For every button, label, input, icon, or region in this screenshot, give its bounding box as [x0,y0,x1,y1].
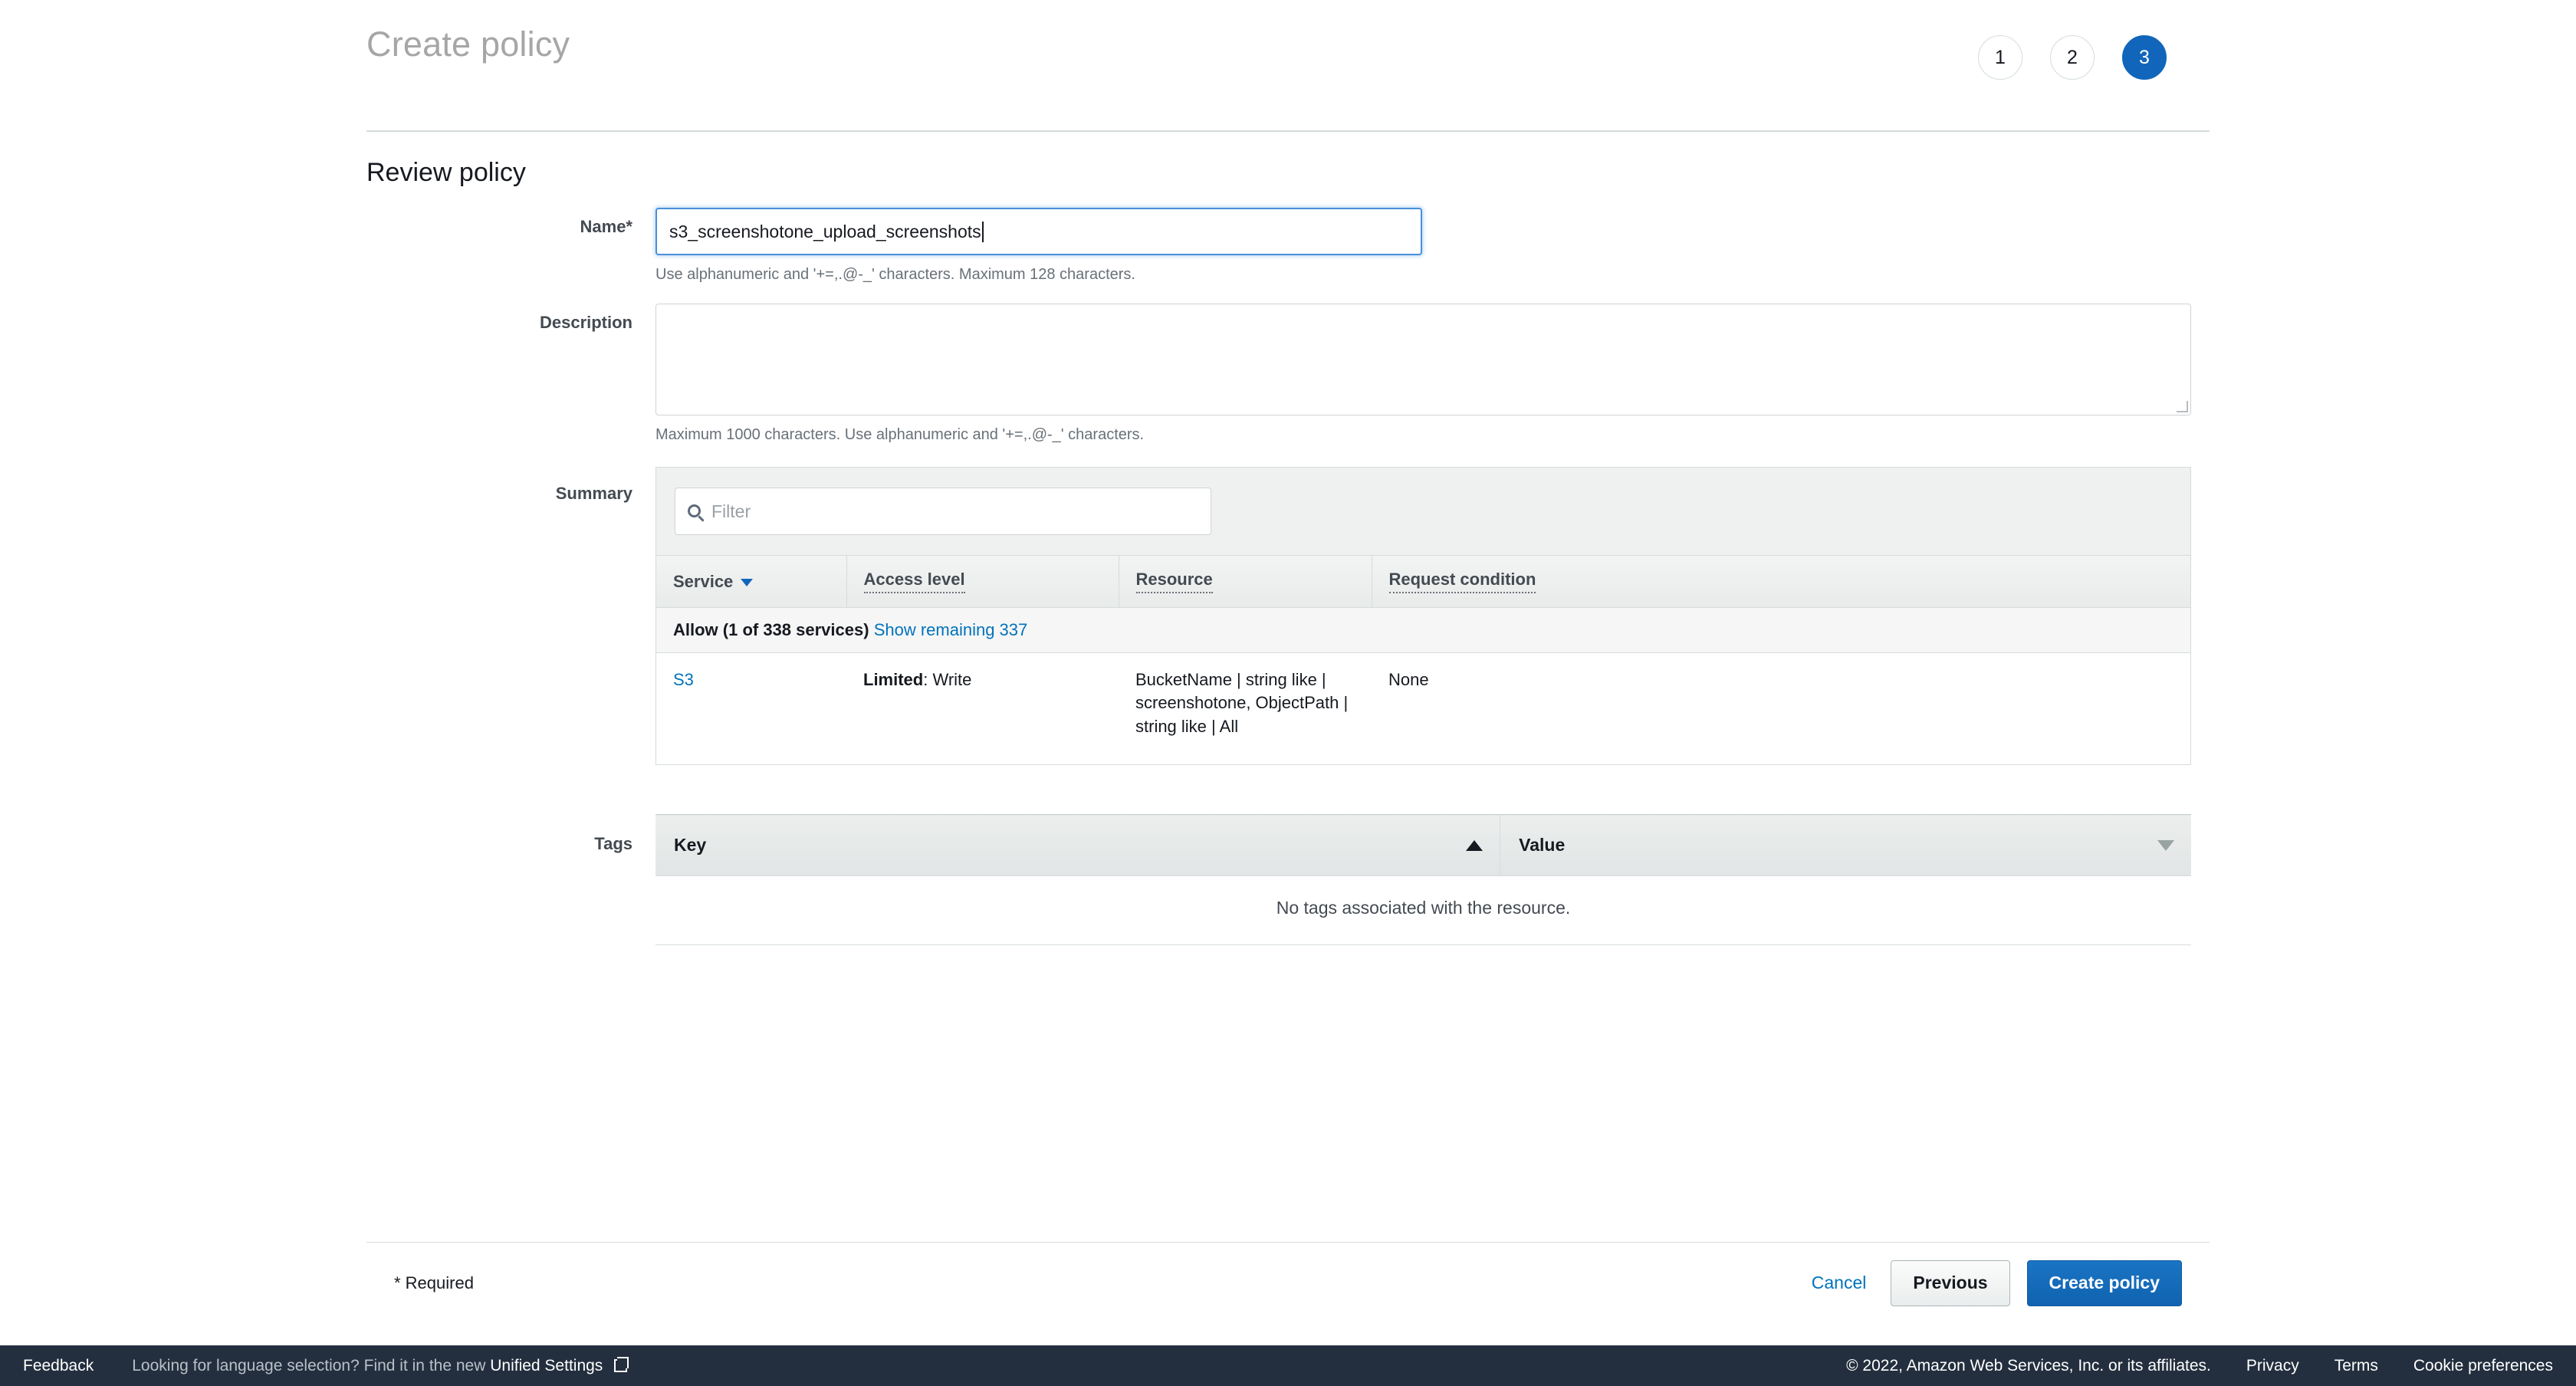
summary-header-row: Service Access level Resource Request co… [656,556,2190,608]
tags-column-header-value[interactable]: Value [1500,815,2191,876]
column-header-request-condition[interactable]: Request condition [1372,556,2190,608]
tags-column-header-value-label: Value [1519,835,1565,855]
filter-input[interactable]: Filter [675,488,1211,535]
step-1[interactable]: 1 [1978,35,2022,80]
search-icon [688,504,701,517]
summary-label: Summary [366,467,656,765]
summary-toolbar: Filter [656,468,2190,556]
column-header-access-level[interactable]: Access level [846,556,1119,608]
tags-column-header-key[interactable]: Key [656,815,1500,876]
text-cursor [982,222,984,242]
cell-service: S3 [656,653,846,765]
feedback-link[interactable]: Feedback [23,1357,94,1375]
tags-table: Key Value No tags associated with the re… [656,814,2191,945]
cell-resource: BucketName | string like | screenshotone… [1119,653,1372,765]
description-help-text: Maximum 1000 characters. Use alphanumeri… [656,426,2210,444]
unified-settings-link[interactable]: Unified Settings [490,1357,603,1375]
description-textarea[interactable] [656,304,2191,415]
cancel-button[interactable]: Cancel [1804,1273,1875,1293]
copyright-text: © 2022, Amazon Web Services, Inc. or its… [1846,1357,2211,1375]
column-header-service-label: Service [673,572,733,591]
create-policy-button[interactable]: Create policy [2027,1260,2182,1306]
step-2[interactable]: 2 [2050,35,2095,80]
privacy-link[interactable]: Privacy [2246,1357,2299,1375]
external-link-icon [614,1359,627,1372]
name-input-value: s3_screenshotone_upload_screenshots [669,222,981,242]
table-row: S3 Limited: Write BucketName | string li… [656,653,2190,765]
column-header-access-level-label: Access level [864,570,965,593]
tags-row: Tags Key Value [366,814,2210,945]
summary-table: Service Access level Resource Request co… [656,556,2190,765]
cell-request-condition: None [1372,653,2190,765]
triangle-down-icon [2157,840,2174,851]
step-3[interactable]: 3 [2122,35,2167,80]
name-input[interactable]: s3_screenshotone_upload_screenshots [656,208,1422,255]
previous-button[interactable]: Previous [1891,1260,2009,1306]
name-label: Name* [366,208,656,284]
action-buttons: Cancel Previous Create policy [1804,1260,2182,1306]
triangle-up-icon [1466,840,1483,851]
service-link[interactable]: S3 [673,670,694,689]
sort-caret-down-icon [741,579,753,586]
page-title: Create policy [366,25,570,64]
step-indicator: 1 2 3 [1978,35,2167,80]
column-header-resource[interactable]: Resource [1119,556,1372,608]
tags-empty-message: No tags associated with the resource. [656,876,2191,945]
access-level-prefix: Limited [863,670,923,689]
terms-link[interactable]: Terms [2334,1357,2378,1375]
access-level-value: : Write [923,670,971,689]
create-policy-page: Create policy 1 2 3 Review policy Name* … [366,0,2210,1345]
filter-placeholder: Filter [711,501,751,522]
section-title: Review policy [366,158,2210,188]
status-bar: Feedback Looking for language selection?… [0,1345,2576,1386]
tags-column-header-key-label: Key [674,835,706,855]
tags-label: Tags [366,814,656,945]
column-header-service[interactable]: Service [656,556,846,608]
tags-empty-row: No tags associated with the resource. [656,876,2191,945]
page-header: Create policy 1 2 3 [366,0,2210,132]
allow-group-row: Allow (1 of 338 services) Show remaining… [656,608,2190,653]
tags-header-row: Key Value [656,815,2191,876]
required-note: * Required [394,1273,474,1293]
show-remaining-link[interactable]: Show remaining 337 [874,620,1028,639]
summary-row: Summary Filter [366,467,2210,765]
column-header-resource-label: Resource [1136,570,1213,593]
description-row: Description Maximum 1000 characters. Use… [366,304,2210,444]
name-row: Name* s3_screenshotone_upload_screenshot… [366,208,2210,284]
name-help-text: Use alphanumeric and '+=,.@-_' character… [656,266,2210,284]
cell-access-level: Limited: Write [846,653,1119,765]
cookie-preferences-link[interactable]: Cookie preferences [2413,1357,2553,1375]
allow-group-text: Allow (1 of 338 services) [673,620,869,639]
summary-panel: Filter Service [656,467,2191,765]
column-header-request-condition-label: Request condition [1389,570,1536,593]
header-divider [366,130,2210,132]
description-label: Description [366,304,656,444]
language-note: Looking for language selection? Find it … [132,1357,627,1375]
language-note-text: Looking for language selection? Find it … [132,1357,485,1375]
action-bar: * Required Cancel Previous Create policy [366,1242,2210,1323]
